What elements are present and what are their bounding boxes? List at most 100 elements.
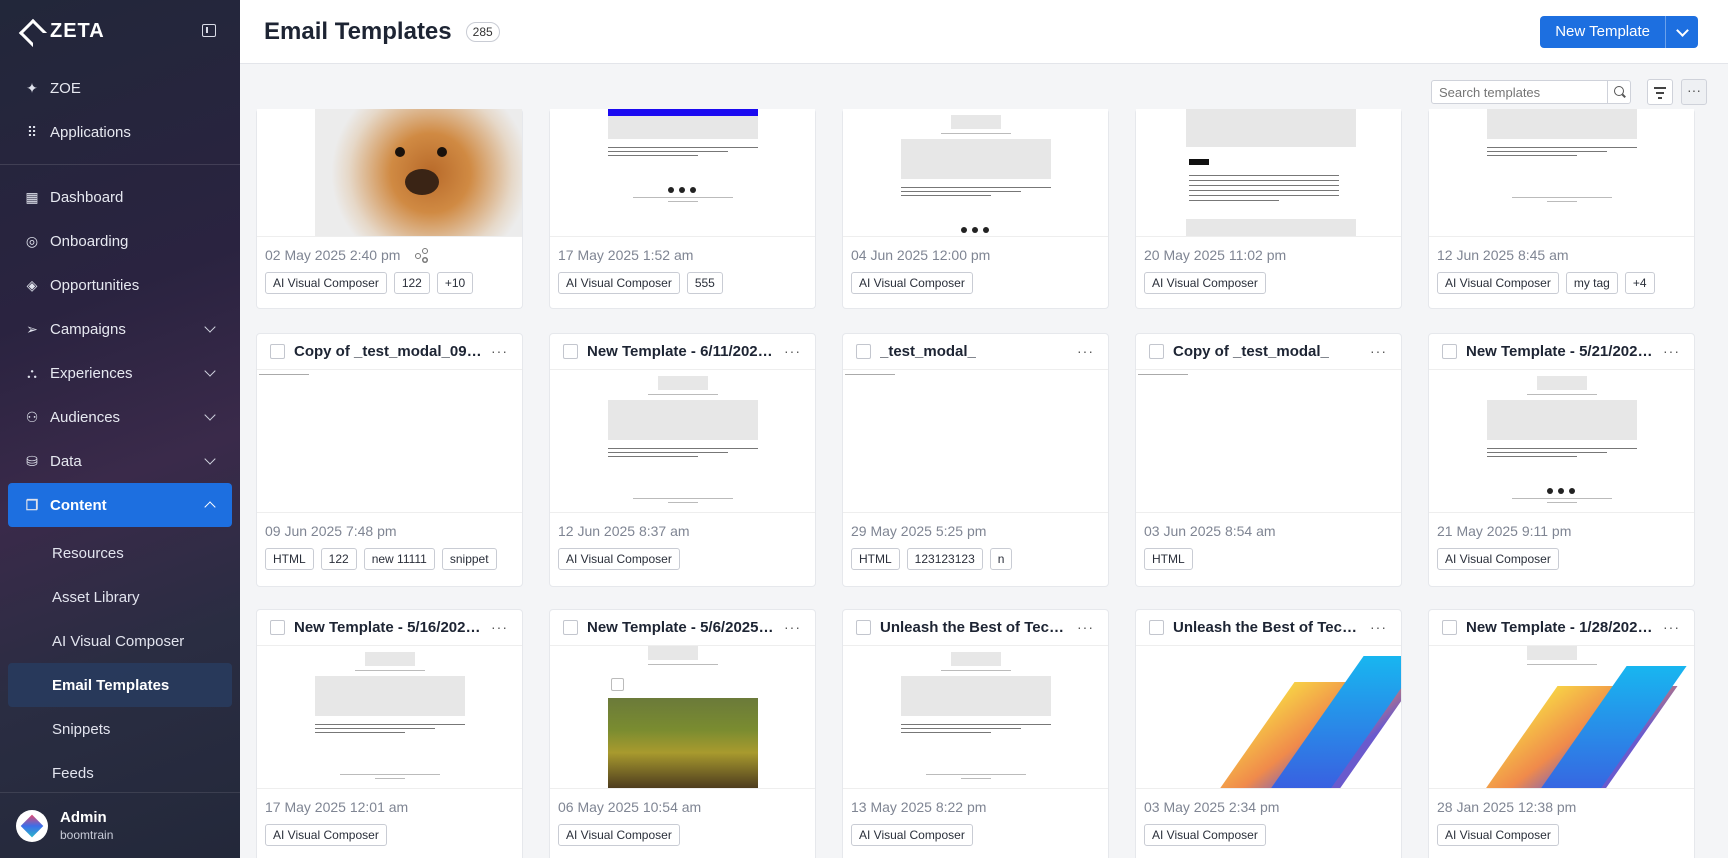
template-card[interactable]: New Template - 5/21/2025 ... ··· 21 May 20…	[1428, 333, 1695, 587]
template-thumbnail[interactable]	[1429, 370, 1694, 513]
template-thumbnail[interactable]	[1136, 109, 1401, 237]
card-more-icon[interactable]: ···	[491, 619, 508, 635]
tag[interactable]: +4	[1624, 272, 1655, 294]
template-thumbnail[interactable]	[257, 646, 522, 789]
tag[interactable]: AI Visual Composer	[1144, 824, 1266, 846]
template-name[interactable]: New Template - 5/16/2025 ...	[294, 619, 484, 636]
template-card[interactable]: _test_modal_ ··· 29 May 2025 5:25 pm HTML 12…	[842, 333, 1109, 587]
tag[interactable]: AI Visual Composer	[265, 272, 387, 294]
tag[interactable]: 122	[393, 272, 430, 294]
template-card[interactable]: New Template - 6/11/2025 ... ··· 12 Jun 20…	[549, 333, 816, 587]
new-template-button[interactable]: New Template	[1540, 16, 1666, 48]
template-thumbnail[interactable]	[550, 109, 815, 237]
card-more-icon[interactable]: ···	[784, 619, 801, 635]
template-name[interactable]: Copy of _test_modal_	[1173, 343, 1363, 360]
template-thumbnail[interactable]	[1429, 646, 1694, 789]
tag[interactable]: snippet	[441, 548, 497, 570]
sidebar-item-experiences[interactable]: ⛬ Experiences	[0, 351, 240, 395]
submenu-item-resources[interactable]: Resources	[0, 531, 240, 575]
template-card[interactable]: Copy of _test_modal_ ··· 03 Jun 2025 8:54 …	[1135, 333, 1402, 587]
template-name[interactable]: Unleash the Best of Tech Thi...	[880, 619, 1070, 636]
template-thumbnail[interactable]	[1136, 370, 1401, 513]
submenu-item-email-templates[interactable]: Email Templates	[8, 663, 232, 707]
template-name[interactable]: New Template - 1/28/2025 ...	[1466, 619, 1656, 636]
template-thumbnail[interactable]	[843, 370, 1108, 513]
tag[interactable]: n	[989, 548, 1013, 570]
tag[interactable]: AI Visual Composer	[1437, 824, 1559, 846]
tag[interactable]: AI Visual Composer	[558, 272, 680, 294]
template-card[interactable]: New Template - 1/28/2025 ... ··· 28 Jan 20…	[1428, 609, 1695, 858]
sidebar-collapse-icon[interactable]	[202, 24, 216, 37]
tag[interactable]: 122	[320, 548, 357, 570]
filter-icon[interactable]	[1647, 79, 1673, 105]
tag[interactable]: AI Visual Composer	[851, 824, 973, 846]
sidebar-item-applications[interactable]: ⠿ Applications	[0, 110, 240, 154]
template-card[interactable]: New Template - 5/16/2025 ... ··· 17 May 20…	[256, 609, 523, 858]
select-checkbox[interactable]	[563, 620, 578, 635]
sidebar-item-zoe[interactable]: ✦ ZOE	[0, 66, 240, 110]
tag[interactable]: AI Visual Composer	[265, 824, 387, 846]
template-name[interactable]: New Template - 5/21/2025 ...	[1466, 343, 1656, 360]
template-thumbnail[interactable]	[1136, 646, 1401, 789]
more-options-button[interactable]: ···	[1681, 79, 1707, 105]
template-card[interactable]: Copy of _test_modal_09062... ··· 09 Jun 20…	[256, 333, 523, 587]
template-card[interactable]: Unleash the Best of Tech Thi... ··· 13 May…	[842, 609, 1109, 858]
tag[interactable]: new 11111	[363, 548, 435, 570]
template-name[interactable]: Unleash the Best of Tech Thi...	[1173, 619, 1363, 636]
tag[interactable]: AI Visual Composer	[851, 272, 973, 294]
sidebar-item-opportunities[interactable]: ◈ Opportunities	[0, 263, 240, 307]
sidebar-item-campaigns[interactable]: ➢ Campaigns	[0, 307, 240, 351]
template-card[interactable]: New Template - 5/6/2025 1:... ··· 06 May 2…	[549, 609, 816, 858]
share-icon[interactable]	[414, 248, 429, 262]
template-name[interactable]: _test_modal_	[880, 343, 1070, 360]
template-thumbnail[interactable]	[550, 646, 815, 789]
template-thumbnail[interactable]	[550, 370, 815, 513]
select-checkbox[interactable]	[270, 620, 285, 635]
search-icon[interactable]	[1607, 81, 1630, 103]
card-more-icon[interactable]: ···	[491, 343, 508, 359]
user-profile[interactable]: Admin boomtrain	[0, 792, 240, 858]
tag[interactable]: AI Visual Composer	[558, 548, 680, 570]
tag[interactable]: HTML	[265, 548, 314, 570]
template-name[interactable]: New Template - 5/6/2025 1:...	[587, 619, 777, 636]
select-checkbox[interactable]	[1442, 620, 1457, 635]
select-checkbox[interactable]	[856, 620, 871, 635]
card-more-icon[interactable]: ···	[1663, 619, 1680, 635]
template-card[interactable]: 20 May 2025 11:02 pm AI Visual Composer	[1135, 109, 1402, 309]
card-more-icon[interactable]: ···	[1077, 343, 1094, 359]
template-thumbnail[interactable]	[843, 646, 1108, 789]
template-card[interactable]: Unleash the Best of Tech Thi... ··· 03 May…	[1135, 609, 1402, 858]
card-more-icon[interactable]: ···	[1663, 343, 1680, 359]
template-thumbnail[interactable]	[843, 109, 1108, 237]
template-thumbnail[interactable]	[257, 109, 522, 237]
card-more-icon[interactable]: ···	[1370, 619, 1387, 635]
sidebar-item-dashboard[interactable]: ▦ Dashboard	[0, 175, 240, 219]
tag[interactable]: HTML	[851, 548, 900, 570]
tag[interactable]: 123123123	[906, 548, 983, 570]
sidebar-item-audiences[interactable]: ⚇ Audiences	[0, 395, 240, 439]
template-name[interactable]: Copy of _test_modal_09062...	[294, 343, 484, 360]
template-card[interactable]: 04 Jun 2025 12:00 pm AI Visual Composer	[842, 109, 1109, 309]
tag[interactable]: AI Visual Composer	[1437, 548, 1559, 570]
sidebar-item-onboarding[interactable]: ◎ Onboarding	[0, 219, 240, 263]
template-card[interactable]: 12 Jun 2025 8:45 am AI Visual Composer my …	[1428, 109, 1695, 309]
select-checkbox[interactable]	[270, 344, 285, 359]
sidebar-item-data[interactable]: ⛁ Data	[0, 439, 240, 483]
template-name[interactable]: New Template - 6/11/2025 ...	[587, 343, 777, 360]
tag[interactable]: +10	[436, 272, 474, 294]
tag[interactable]: AI Visual Composer	[558, 824, 680, 846]
zeta-logo[interactable]: ZETA	[20, 20, 105, 43]
tag[interactable]: AI Visual Composer	[1144, 272, 1266, 294]
submenu-item-asset-library[interactable]: Asset Library	[0, 575, 240, 619]
card-more-icon[interactable]: ···	[784, 343, 801, 359]
submenu-item-feeds[interactable]: Feeds	[0, 751, 240, 795]
template-card[interactable]: 02 May 2025 2:40 pm AI Visual Composer 122…	[256, 109, 523, 309]
card-more-icon[interactable]: ···	[1370, 343, 1387, 359]
submenu-item-snippets[interactable]: Snippets	[0, 707, 240, 751]
template-card[interactable]: 17 May 2025 1:52 am AI Visual Composer 555	[549, 109, 816, 309]
template-thumbnail[interactable]	[1429, 109, 1694, 237]
tag[interactable]: my tag	[1565, 272, 1618, 294]
submenu-item-ai-visual-composer[interactable]: AI Visual Composer	[0, 619, 240, 663]
tag[interactable]: AI Visual Composer	[1437, 272, 1559, 294]
select-checkbox[interactable]	[856, 344, 871, 359]
